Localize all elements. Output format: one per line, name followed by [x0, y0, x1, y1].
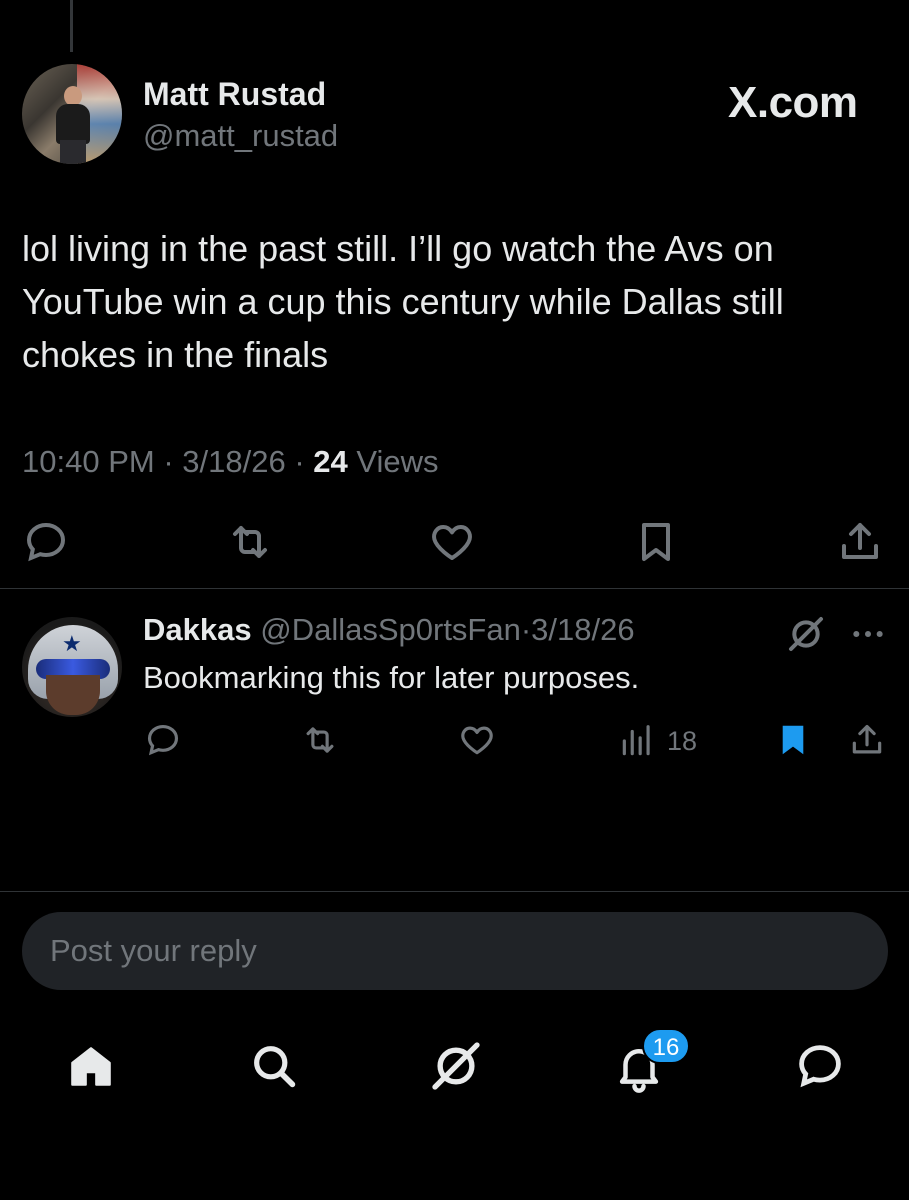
search-icon — [254, 1046, 296, 1088]
reply-share-button[interactable] — [848, 721, 886, 759]
brand-watermark: X.com — [728, 78, 858, 127]
share-icon — [842, 523, 878, 559]
like-button[interactable] — [428, 518, 476, 566]
share-button[interactable] — [836, 518, 884, 566]
reply-views-count: 18 — [667, 726, 698, 756]
author-handle[interactable]: @matt_rustad — [143, 118, 338, 154]
avatar-helmet-star: ★ — [62, 631, 82, 656]
nav-home[interactable] — [66, 1042, 116, 1092]
repost-icon — [233, 526, 267, 558]
avatar-person-head — [64, 86, 82, 106]
reply-analytics-button[interactable] — [618, 722, 656, 760]
reply-input[interactable] — [22, 912, 888, 990]
repost-icon — [306, 727, 334, 753]
meta-separator: · — [520, 612, 532, 647]
reply-date[interactable]: 3/18/26 — [531, 612, 634, 647]
author-avatar[interactable] — [22, 64, 122, 164]
like-icon — [461, 726, 493, 755]
author-name[interactable]: Matt Rustad — [143, 76, 326, 113]
notifications-badge: 16 — [642, 1028, 690, 1064]
repost-button[interactable] — [226, 518, 274, 566]
reply-icon — [147, 724, 179, 756]
divider — [0, 891, 909, 892]
reply-author-name[interactable]: Dakkas — [143, 612, 252, 647]
reply-repost-button[interactable] — [301, 721, 339, 759]
home-icon — [71, 1047, 111, 1086]
divider — [0, 588, 909, 589]
meta-separator: · — [163, 444, 174, 479]
analytics-icon — [622, 725, 650, 756]
reply-avatar[interactable]: ★ — [22, 617, 122, 717]
reply-reply-button[interactable] — [144, 721, 182, 759]
views-label: Views — [356, 444, 439, 479]
nav-search[interactable] — [248, 1040, 300, 1092]
post-date: 3/18/26 — [182, 444, 286, 479]
avatar-person-legs — [60, 140, 86, 164]
thread-connector-line — [70, 0, 73, 52]
reply-bookmark-button[interactable] — [774, 721, 812, 759]
post-metadata: 10:40 PM · 3/18/26 · 24 Views — [22, 444, 439, 480]
reply-button[interactable] — [22, 518, 70, 566]
share-icon — [852, 724, 882, 754]
reply-icon — [26, 522, 66, 562]
reply-like-button[interactable] — [458, 721, 496, 759]
grok-icon — [789, 617, 823, 651]
reply-header: Dakkas @DallasSp0rtsFan·3/18/26 — [143, 612, 635, 648]
meta-separator: · — [294, 444, 305, 479]
more-icon — [853, 631, 883, 637]
grok-button[interactable] — [786, 614, 826, 654]
nav-messages[interactable] — [794, 1040, 846, 1092]
views-count: 24 — [313, 444, 348, 479]
bookmark-button[interactable] — [632, 518, 680, 566]
nav-grok[interactable] — [428, 1038, 484, 1094]
avatar-person-body — [56, 104, 90, 144]
reply-author-handle[interactable]: @DallasSp0rtsFan — [260, 612, 521, 647]
messages-icon — [799, 1045, 841, 1088]
post-time: 10:40 PM — [22, 444, 155, 479]
grok-icon — [432, 1042, 480, 1090]
reply-text: Bookmarking this for later purposes. — [143, 660, 640, 695]
bookmark-filled-icon — [782, 725, 804, 755]
post-text: lol living in the past still. I’ll go wa… — [22, 228, 784, 375]
avatar-face — [46, 675, 100, 715]
like-icon — [432, 525, 472, 560]
more-options-button[interactable] — [848, 614, 888, 654]
bookmark-icon — [642, 523, 670, 561]
